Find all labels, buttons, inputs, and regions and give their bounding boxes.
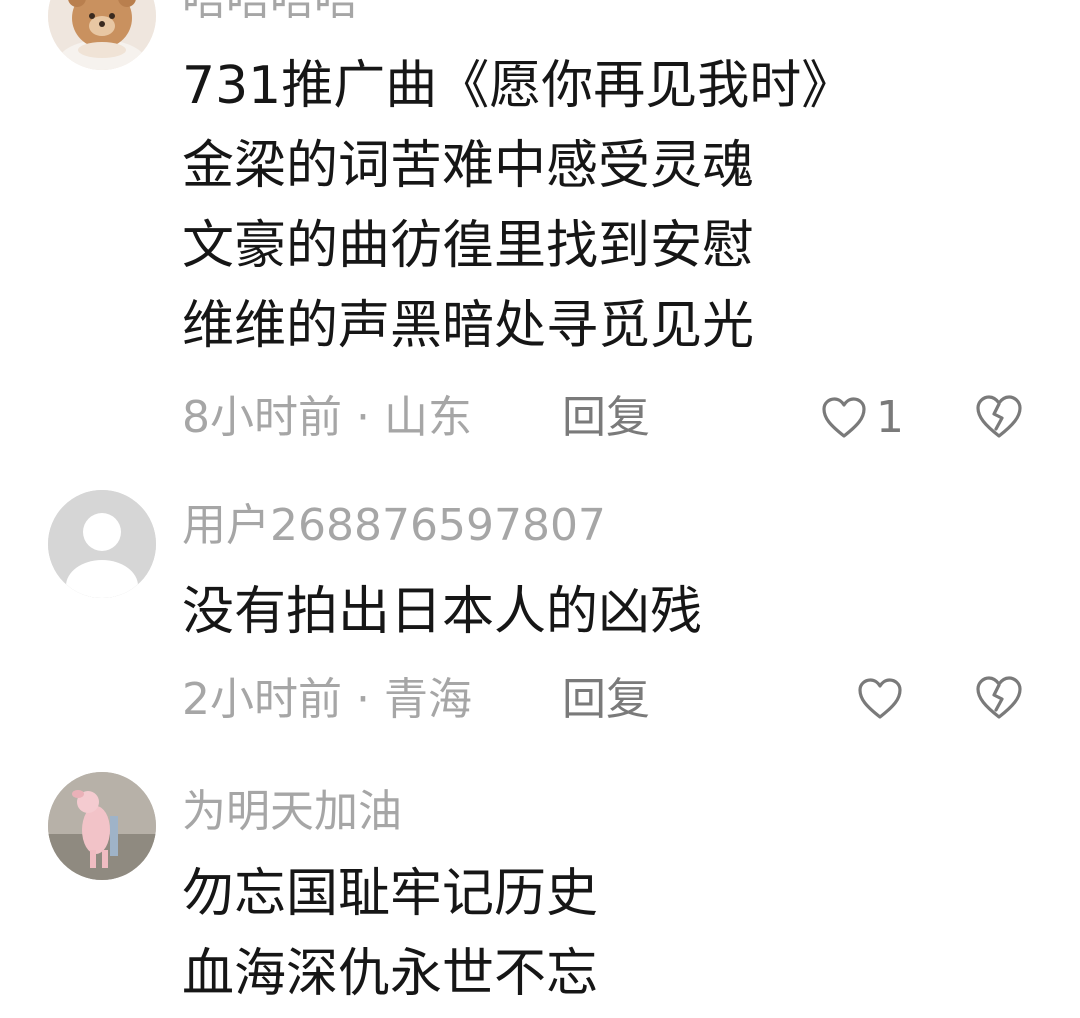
comment-item: 用户268876597807 没有拍出日本人的凶残 2小时前 · 青海 回复 bbox=[0, 460, 1080, 750]
comment-username[interactable]: 用户268876597807 bbox=[182, 504, 606, 548]
meta-separator: · bbox=[342, 674, 384, 725]
comment-time: 2小时前 bbox=[182, 674, 342, 725]
comment-line: 文豪的曲彷徨里找到安慰 bbox=[182, 216, 755, 276]
comment-line: 勿忘国耻牢记历史 bbox=[182, 864, 599, 924]
reply-button[interactable]: 回复 bbox=[562, 396, 650, 440]
dislike-button[interactable] bbox=[974, 393, 1024, 443]
user-avatar[interactable] bbox=[48, 0, 156, 70]
like-button[interactable]: 1 bbox=[820, 393, 904, 443]
comment-time: 8小时前 bbox=[182, 392, 342, 443]
comment-item: 唔唔唔唔 731推广曲《愿你再见我时》 金梁的词苦难中感受灵魂 文豪的曲彷徨里找… bbox=[0, 0, 1080, 460]
heart-outline-icon bbox=[856, 676, 904, 722]
like-button[interactable] bbox=[856, 674, 904, 724]
user-avatar[interactable] bbox=[48, 772, 156, 880]
comment-line: 血海深仇永世不忘 bbox=[182, 944, 599, 1004]
user-avatar[interactable] bbox=[48, 490, 156, 598]
comment-text: 没有拍出日本人的凶残 bbox=[182, 572, 702, 652]
comment-line: 没有拍出日本人的凶残 bbox=[182, 582, 703, 642]
comment-meta: 8小时前 · 山东 bbox=[182, 396, 472, 440]
heart-outline-icon bbox=[820, 395, 868, 441]
broken-heart-icon bbox=[974, 674, 1024, 722]
comment-line: 维维的声黑暗处寻觅见光 bbox=[182, 296, 755, 356]
meta-separator: · bbox=[342, 392, 384, 443]
comment-item: 为明天加油 勿忘国耻牢记历史 血海深仇永世不忘 bbox=[0, 750, 1080, 1018]
comment-text: 勿忘国耻牢记历史 血海深仇永世不忘 bbox=[182, 854, 598, 1014]
comment-location: 山东 bbox=[383, 392, 472, 443]
comment-line: 731推广曲《愿你再见我时》 bbox=[182, 56, 854, 116]
reply-button[interactable]: 回复 bbox=[562, 678, 650, 722]
comment-text: 731推广曲《愿你再见我时》 金梁的词苦难中感受灵魂 文豪的曲彷徨里找到安慰 维… bbox=[182, 46, 853, 366]
broken-heart-icon bbox=[974, 393, 1024, 441]
dislike-button[interactable] bbox=[974, 674, 1024, 724]
comment-line: 金梁的词苦难中感受灵魂 bbox=[182, 136, 755, 196]
comment-location: 青海 bbox=[383, 674, 472, 725]
comment-meta: 2小时前 · 青海 bbox=[182, 678, 472, 722]
comment-username[interactable]: 唔唔唔唔 bbox=[182, 0, 358, 22]
comment-username[interactable]: 为明天加油 bbox=[182, 790, 402, 834]
like-count: 1 bbox=[876, 392, 904, 443]
